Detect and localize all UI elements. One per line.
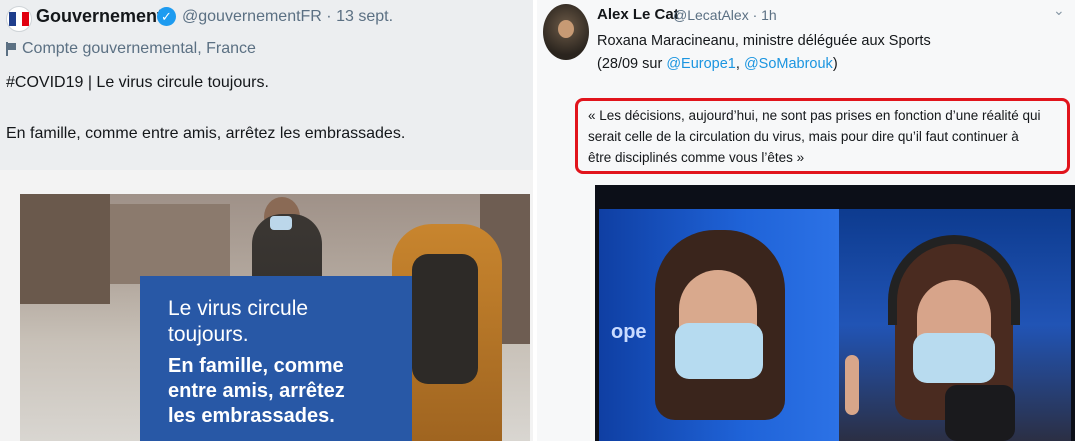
overlay-text: toujours. [168,323,249,346]
overlay-bold-text: les embrassades. [168,405,335,427]
french-flag-icon[interactable] [6,6,32,32]
overlay-bold-text: En famille, comme [168,355,344,377]
tweet-text-line: (28/09 sur @Europe1, @SoMabrouk) [597,56,838,72]
right-tweet[interactable]: Alex Le Cat @LecatAlex · 1h ⌄ Roxana Mar… [537,0,1075,441]
quote-line: être disciplinés comme vous l’êtes » [588,150,805,165]
left-tweet[interactable]: Gouvernement ✓ @gouvernementFR · 13 sept… [0,0,533,441]
overlay-text: Le virus circule [168,297,309,320]
face-mask [913,333,995,383]
flag-icon [6,42,16,56]
mention-link[interactable]: @SoMabrouk [744,56,833,72]
street-photo: Le virus circule toujours. En famille, c… [20,194,530,441]
author-handle-time[interactable]: @LecatAlex · 1h [673,7,777,23]
microphone [945,385,1015,441]
tweet-image[interactable]: Le virus circule toujours. En famille, c… [0,170,533,441]
author-name[interactable]: Alex Le Cat [597,6,679,23]
avatar[interactable] [543,4,589,60]
tweet-text-line: En famille, comme entre amis, arrêtez le… [6,125,406,142]
studio-logo-text: ope [611,321,647,343]
message-overlay: Le virus circule toujours. En famille, c… [140,276,412,441]
tweet-video[interactable]: ope [595,185,1075,441]
highlighted-quote: « Les décisions, aujourd’hui, ne sont pa… [575,98,1070,174]
text-fragment: , [735,56,744,72]
author-handle-time[interactable]: @gouvernementFR · 13 sept. [182,8,393,26]
text-fragment: ) [832,56,838,72]
tweet-text-line: Roxana Maracineanu, ministre déléguée au… [597,33,931,49]
chevron-down-icon[interactable]: ⌄ [1053,2,1065,19]
quote-line: serait celle de la circulation du virus,… [588,129,1019,144]
overlay-bold-text: entre amis, arrêtez [168,380,345,402]
tweet-text-line: #COVID19 | Le virus circule toujours. [6,74,269,91]
quote-line: « Les décisions, aujourd’hui, ne sont pa… [588,108,1041,123]
verified-badge-icon: ✓ [157,7,176,26]
text-fragment: (28/09 sur [597,56,667,72]
account-label: Compte gouvernemental, France [22,40,256,57]
author-name[interactable]: Gouvernement [36,6,163,27]
face-mask [675,323,763,379]
mention-link[interactable]: @Europe1 [666,56,736,72]
